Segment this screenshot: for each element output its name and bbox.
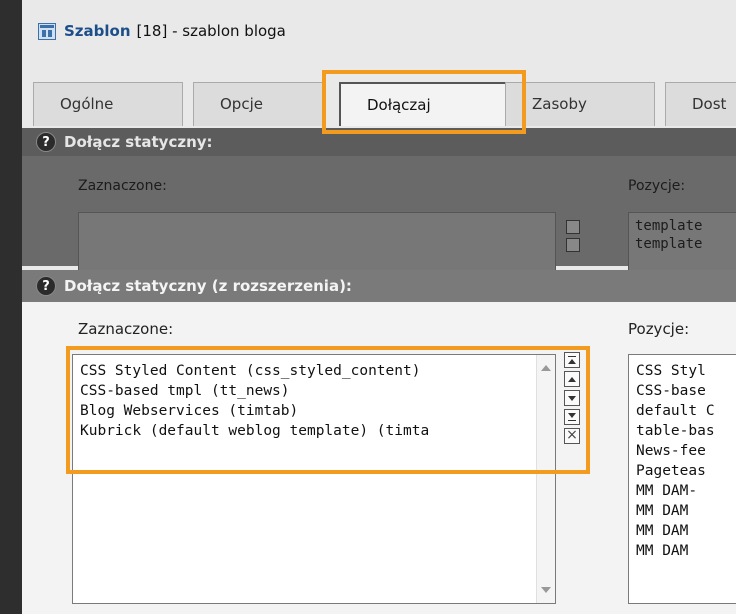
move-top-line-icon bbox=[568, 356, 576, 357]
items-label: Pozycje: bbox=[628, 320, 690, 338]
tab-options[interactable]: Opcje bbox=[193, 82, 325, 126]
listbox-controls: × bbox=[564, 352, 584, 447]
tab-label: Ogólne bbox=[60, 95, 114, 113]
section-title: Dołącz statyczny: bbox=[64, 133, 213, 151]
move-bottom-arrow-icon bbox=[568, 413, 576, 418]
move-down-arrow-icon bbox=[568, 396, 576, 401]
move-top-button[interactable] bbox=[566, 220, 580, 234]
list-item[interactable]: Pageteas bbox=[629, 461, 736, 481]
section-include-static: ? Dołącz statyczny: Zaznaczone: Pozycje:… bbox=[22, 128, 736, 272]
left-sidebar-strip bbox=[0, 0, 22, 614]
selected-label: Zaznaczone: bbox=[78, 320, 174, 338]
tab-resources[interactable]: Zasoby bbox=[505, 82, 655, 126]
list-item[interactable]: MM DAM bbox=[629, 501, 736, 521]
template-editor-panel: Szablon [18] - szablon bloga Ogólne Opcj… bbox=[22, 0, 736, 614]
items-label: Pozycje: bbox=[628, 178, 686, 194]
section-title: Dołącz statyczny (z rozszerzenia): bbox=[64, 277, 352, 295]
tab-general[interactable]: Ogólne bbox=[33, 82, 183, 126]
move-up-arrow-icon bbox=[568, 377, 576, 382]
selected-extensions-listbox[interactable]: CSS Styled Content (css_styled_content) … bbox=[72, 354, 556, 604]
close-icon: × bbox=[566, 427, 578, 443]
list-item[interactable]: CSS Styl bbox=[629, 361, 736, 381]
template-icon bbox=[38, 22, 56, 40]
move-top-arrow-icon bbox=[568, 359, 576, 364]
move-up-button[interactable] bbox=[564, 371, 580, 387]
move-top-button[interactable] bbox=[564, 352, 580, 368]
move-bottom-button[interactable] bbox=[564, 409, 580, 425]
title-record-name: [18] - szablon bloga bbox=[136, 22, 286, 40]
list-item[interactable]: CSS Styled Content (css_styled_content) bbox=[73, 361, 555, 381]
move-up-button[interactable] bbox=[566, 238, 580, 252]
list-item[interactable]: default C bbox=[629, 401, 736, 421]
list-item[interactable]: News-fee bbox=[629, 441, 736, 461]
tab-include[interactable]: Dołączaj bbox=[339, 82, 513, 126]
list-item[interactable]: template bbox=[635, 217, 736, 235]
list-item[interactable]: template bbox=[635, 235, 736, 253]
list-item[interactable]: CSS-base bbox=[629, 381, 736, 401]
list-item[interactable]: table-bas bbox=[629, 421, 736, 441]
tab-label: Opcje bbox=[220, 95, 263, 113]
list-item[interactable]: MM DAM bbox=[629, 541, 736, 561]
list-item[interactable]: MM DAM bbox=[629, 521, 736, 541]
selected-static-listbox[interactable] bbox=[78, 212, 556, 272]
list-item[interactable]: Kubrick (default weblog template) (timta bbox=[73, 421, 555, 441]
scroll-up-arrow-icon[interactable] bbox=[541, 365, 551, 371]
list-item[interactable]: MM DAM- bbox=[629, 481, 736, 501]
list-item[interactable]: CSS-based tmpl (tt_news) bbox=[73, 381, 555, 401]
tab-bar: Ogólne Opcje Dołączaj Zasoby Dost bbox=[33, 82, 736, 126]
title-record-type: Szablon bbox=[64, 22, 131, 40]
tab-access[interactable]: Dost bbox=[665, 82, 736, 126]
tab-label: Zasoby bbox=[532, 95, 587, 113]
tab-label: Dost bbox=[692, 95, 727, 113]
available-extensions-listbox[interactable]: CSS Styl CSS-base default C table-bas Ne… bbox=[628, 354, 736, 604]
scroll-down-arrow-icon[interactable] bbox=[541, 587, 551, 593]
move-bottom-line-icon bbox=[568, 420, 576, 421]
list-item[interactable]: Blog Webservices (timtab) bbox=[73, 401, 555, 421]
remove-button[interactable]: × bbox=[564, 428, 580, 444]
section-heading: ? Dołącz statyczny: bbox=[22, 128, 736, 156]
section-heading: ? Dołącz statyczny (z rozszerzenia): bbox=[22, 270, 736, 302]
help-icon[interactable]: ? bbox=[36, 132, 56, 152]
section-include-static-extension: ? Dołącz statyczny (z rozszerzenia): Zaz… bbox=[22, 270, 736, 614]
listbox-scrollbar[interactable] bbox=[536, 355, 555, 603]
help-icon[interactable]: ? bbox=[36, 276, 56, 296]
window-title: Szablon [18] - szablon bloga bbox=[38, 20, 286, 42]
tab-label: Dołączaj bbox=[367, 96, 431, 114]
selected-label: Zaznaczone: bbox=[78, 178, 167, 194]
move-down-button[interactable] bbox=[564, 390, 580, 406]
available-static-listbox[interactable]: template template bbox=[628, 212, 736, 272]
